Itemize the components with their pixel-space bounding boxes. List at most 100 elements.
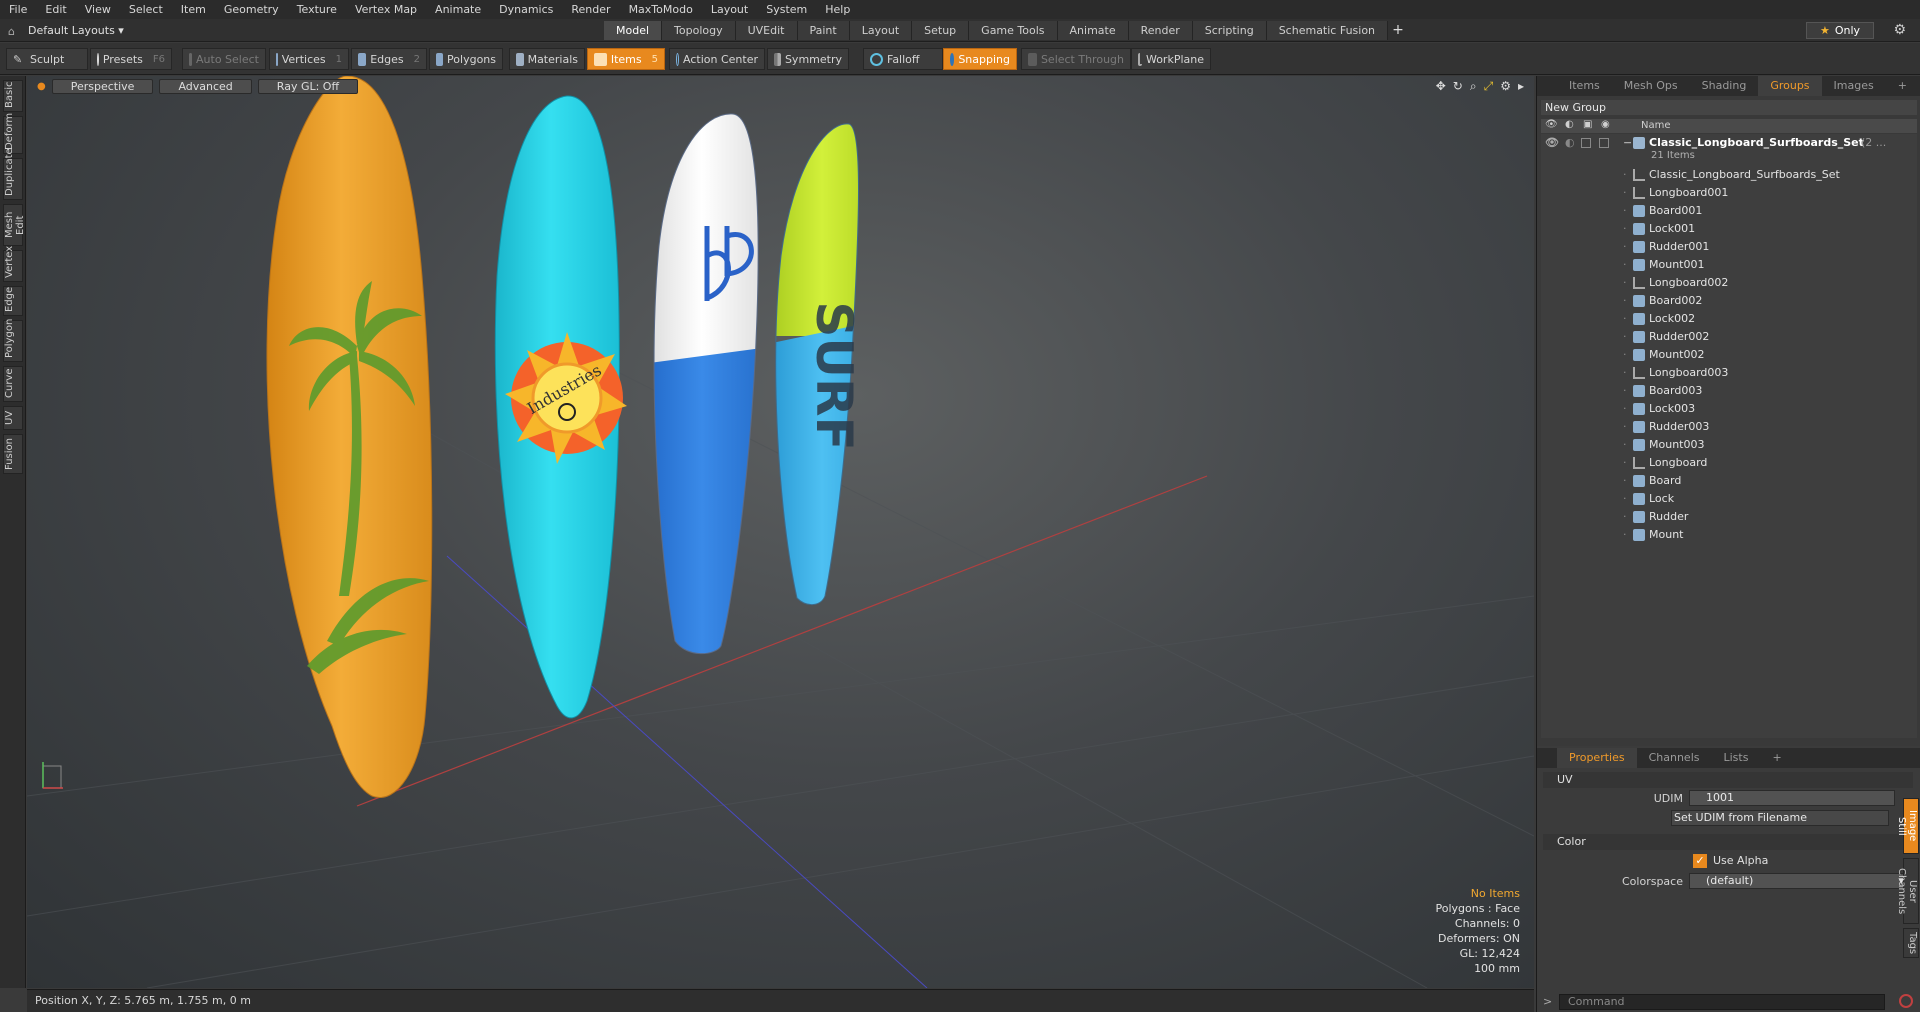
tree-item[interactable]: · Classic_Longboard_Surfboards_Set xyxy=(1541,166,1917,184)
tree-item[interactable]: · Board003 xyxy=(1541,382,1917,400)
surfboard-white-blue[interactable] xyxy=(627,76,777,696)
add-prop-tab-icon[interactable]: + xyxy=(1760,748,1793,768)
tab-setup[interactable]: Setup xyxy=(912,21,970,40)
visibility-col-icon[interactable]: 👁 xyxy=(1545,119,1558,130)
set-udim-button[interactable]: Set UDIM from Filename xyxy=(1671,810,1889,826)
tree-item[interactable]: · Mount001 xyxy=(1541,256,1917,274)
only-button[interactable]: ★ Only xyxy=(1806,22,1874,39)
tree-item[interactable]: · Rudder xyxy=(1541,508,1917,526)
viewport-menu-dot[interactable]: ● xyxy=(37,81,46,92)
move-view-icon[interactable]: ✥ xyxy=(1436,79,1446,94)
advanced-button[interactable]: Advanced xyxy=(159,78,252,94)
materials-button[interactable]: Materials xyxy=(509,48,585,70)
menu-animate[interactable]: Animate xyxy=(426,3,490,16)
vertices-button[interactable]: Vertices 1 xyxy=(269,48,349,70)
prop-tab-lists[interactable]: Lists xyxy=(1712,748,1761,768)
uv-section[interactable]: UV xyxy=(1543,772,1913,788)
left-tab-curve[interactable]: Curve xyxy=(3,366,23,402)
tab-topology[interactable]: Topology xyxy=(662,21,736,40)
tree-item[interactable]: · Lock001 xyxy=(1541,220,1917,238)
color-section[interactable]: Color xyxy=(1543,834,1913,850)
menu-layout[interactable]: Layout xyxy=(702,3,757,16)
rotate-view-icon[interactable]: ↻ xyxy=(1453,79,1463,94)
colorspace-dropdown[interactable]: (default) ▾ xyxy=(1689,873,1909,889)
udim-field[interactable]: 1001 xyxy=(1689,790,1895,806)
menu-maxtomodo[interactable]: MaxToModo xyxy=(620,3,702,16)
tree-item[interactable]: · Longboard002 xyxy=(1541,274,1917,292)
tree-item[interactable]: · Board xyxy=(1541,472,1917,490)
tree-item[interactable]: · Lock002 xyxy=(1541,310,1917,328)
add-panel-tab-icon[interactable]: + xyxy=(1886,76,1919,96)
new-group-button[interactable]: New Group xyxy=(1541,100,1917,115)
polygons-button[interactable]: Polygons xyxy=(429,48,503,70)
tree-item[interactable]: · Board001 xyxy=(1541,202,1917,220)
use-alpha-checkbox[interactable]: ✓ xyxy=(1693,854,1707,868)
layouts-dropdown[interactable]: ⌂ Default Layouts ▾ xyxy=(8,22,124,39)
fit-view-icon[interactable]: ⤢ xyxy=(1484,79,1494,94)
tab-animate[interactable]: Animate xyxy=(1057,21,1129,40)
name-column[interactable]: Name xyxy=(1641,120,1671,131)
auto-select-button[interactable]: Auto Select xyxy=(182,48,266,70)
tab-schematic-fusion[interactable]: Schematic Fusion xyxy=(1266,21,1389,40)
menu-file[interactable]: File xyxy=(0,3,36,16)
command-input[interactable]: Command xyxy=(1559,994,1885,1010)
panel-tab-shading[interactable]: Shading xyxy=(1690,76,1759,96)
left-tab-duplicate[interactable]: Duplicate xyxy=(3,148,23,200)
menu-system[interactable]: System xyxy=(757,3,816,16)
tab-render[interactable]: Render xyxy=(1128,21,1193,40)
select-col-icon[interactable]: ◉ xyxy=(1601,119,1610,130)
left-tab-basic[interactable]: Basic xyxy=(3,80,23,112)
menu-texture[interactable]: Texture xyxy=(288,3,346,16)
raygl-button[interactable]: Ray GL: Off xyxy=(257,78,359,94)
gear-icon[interactable]: ⚙ xyxy=(1893,22,1906,38)
home-icon[interactable]: ⌂ xyxy=(8,25,22,38)
menu-help[interactable]: Help xyxy=(816,3,859,16)
side-tab-user-channels[interactable]: User Channels xyxy=(1896,858,1919,924)
left-tab-edge[interactable]: Edge xyxy=(3,286,23,316)
menu-edit[interactable]: Edit xyxy=(36,3,75,16)
perspective-button[interactable]: Perspective xyxy=(51,78,154,94)
command-record-icon[interactable] xyxy=(1899,994,1913,1008)
surfboard-orange[interactable] xyxy=(266,76,433,798)
render-col-icon[interactable]: ▣ xyxy=(1583,119,1592,130)
edges-button[interactable]: Edges 2 xyxy=(351,48,427,70)
panel-tab-mesh-ops[interactable]: Mesh Ops xyxy=(1612,76,1690,96)
snapping-button[interactable]: Snapping xyxy=(943,48,1017,70)
tree-item[interactable]: · Lock003 xyxy=(1541,400,1917,418)
viewport-expand-icon[interactable]: ▸ xyxy=(1518,79,1524,94)
viewport-3d[interactable]: Industries SURF ● Perspective Advanced R… xyxy=(27,76,1534,988)
presets-button[interactable]: Presets F6 xyxy=(90,48,172,70)
sculpt-button[interactable]: ✎ Sculpt xyxy=(6,48,88,70)
tab-model[interactable]: Model xyxy=(604,21,663,40)
tree-item[interactable]: · Mount002 xyxy=(1541,346,1917,364)
tree-item[interactable]: · Rudder001 xyxy=(1541,238,1917,256)
viewport-settings-icon[interactable]: ⚙ xyxy=(1500,79,1511,94)
action-center-button[interactable]: Action Center xyxy=(669,48,765,70)
tree-item[interactable]: · Rudder002 xyxy=(1541,328,1917,346)
menu-render[interactable]: Render xyxy=(562,3,619,16)
left-tab-polygon[interactable]: Polygon xyxy=(3,319,23,362)
workplane-button[interactable]: WorkPlane xyxy=(1131,48,1211,70)
tab-layout[interactable]: Layout xyxy=(849,21,913,40)
left-tab-fusion[interactable]: Fusion xyxy=(3,434,23,474)
tree-item[interactable]: · Lock xyxy=(1541,490,1917,508)
menu-item[interactable]: Item xyxy=(172,3,215,16)
side-tab-tags[interactable]: Tags xyxy=(1903,928,1919,958)
left-tab-vertex[interactable]: Vertex xyxy=(3,246,23,282)
surfboard-green-blue[interactable]: SURF xyxy=(767,76,877,636)
menu-view[interactable]: View xyxy=(76,3,120,16)
prop-tab-properties[interactable]: Properties xyxy=(1557,748,1637,768)
tree-item[interactable]: · Longboard001 xyxy=(1541,184,1917,202)
tree-item[interactable]: · Longboard003 xyxy=(1541,364,1917,382)
panel-tab-images[interactable]: Images xyxy=(1822,76,1886,96)
menu-vertex-map[interactable]: Vertex Map xyxy=(346,3,426,16)
panel-tab-groups[interactable]: Groups xyxy=(1758,76,1822,96)
surfboard-cyan[interactable]: Industries xyxy=(494,95,627,719)
tree-item[interactable]: · Rudder003 xyxy=(1541,418,1917,436)
items-button[interactable]: Items 5 xyxy=(587,48,665,70)
menu-select[interactable]: Select xyxy=(120,3,172,16)
lock-col-icon[interactable]: ◐ xyxy=(1565,119,1574,130)
tree-item[interactable]: · Longboard xyxy=(1541,454,1917,472)
tree-item[interactable]: · Board002 xyxy=(1541,292,1917,310)
left-tab-mesh-edit[interactable]: Mesh Edit xyxy=(3,204,26,246)
